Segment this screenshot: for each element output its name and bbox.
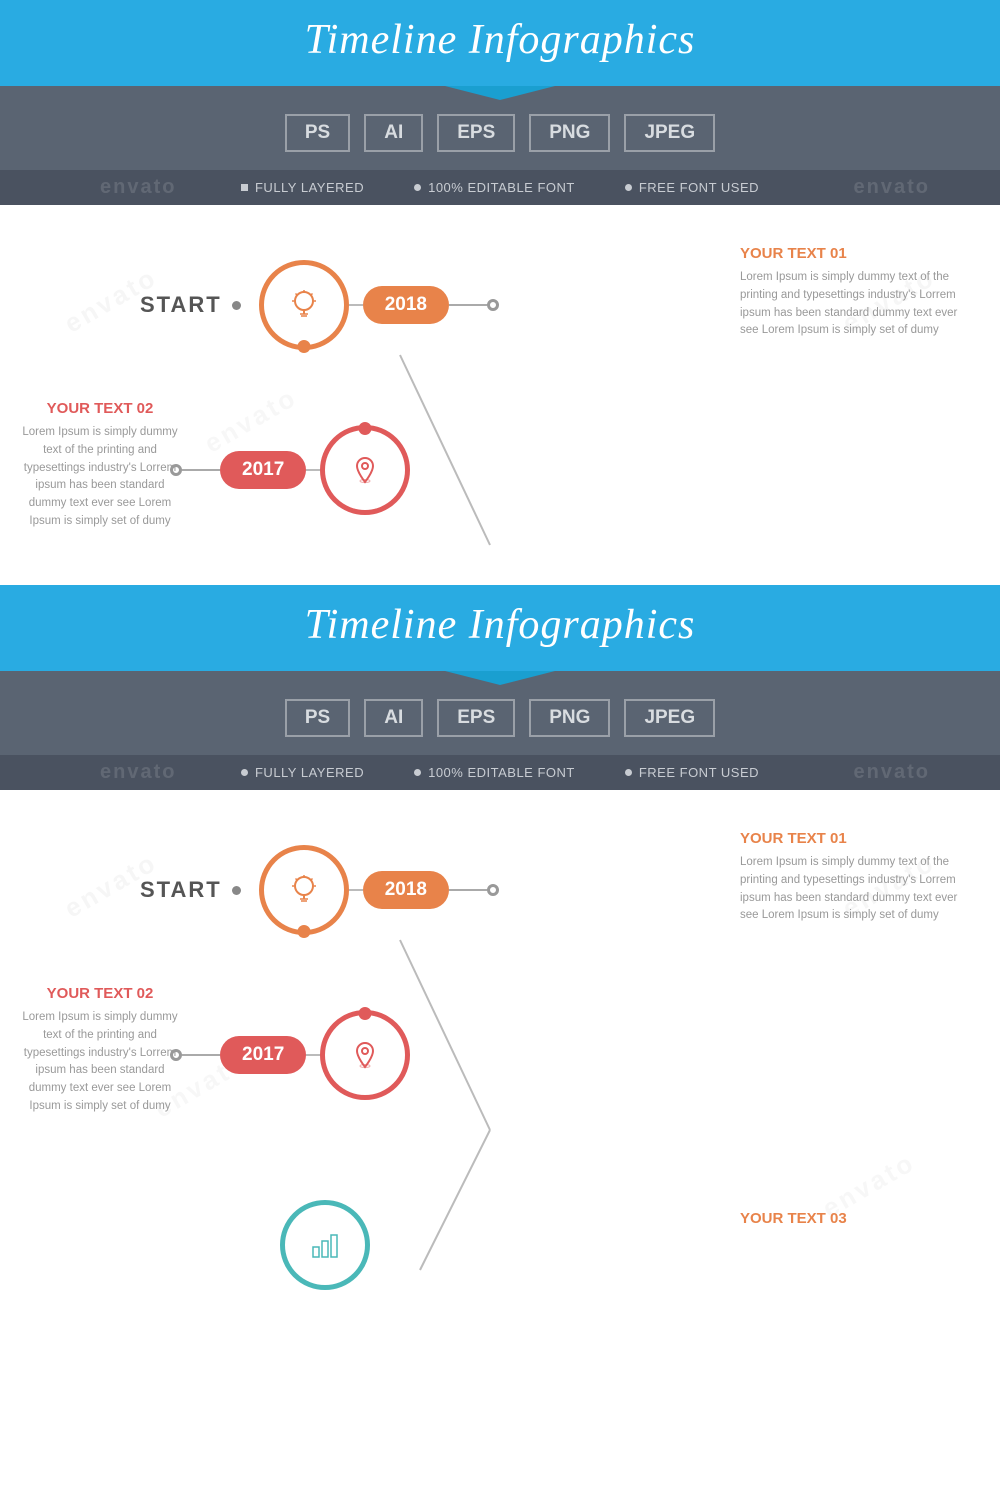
badge-png-1: PNG	[529, 114, 610, 152]
year-badge-2018-1: 2018	[363, 286, 449, 324]
text-heading-1-2: YOUR TEXT 01	[740, 830, 960, 847]
section-2: Timeline Infographics PS AI EPS PNG JPEG…	[0, 585, 1000, 1310]
text-block-left-2: YOUR TEXT 02 Lorem Ipsum is simply dummy…	[20, 985, 180, 1116]
start-dot-2	[232, 886, 241, 895]
chart-icon-2	[307, 1227, 343, 1263]
badge-jpeg-1: JPEG	[624, 114, 715, 152]
feature-2-2: 100% EDITABLE FONT	[414, 765, 575, 780]
circle-lightbulb-1	[259, 260, 349, 350]
badge-jpeg-2: JPEG	[624, 699, 715, 737]
wm-left-2: envato	[100, 761, 176, 784]
year-badge-2017-2: 2017	[220, 1036, 306, 1074]
end-dot-2	[487, 884, 499, 896]
badge-eps-2: EPS	[437, 699, 515, 737]
text-block-right-1: YOUR TEXT 01 Lorem Ipsum is simply dummy…	[740, 245, 960, 340]
text-body-1-2: Lorem Ipsum is simply dummy text of the …	[740, 854, 960, 925]
title-bar-1: Timeline Infographics	[0, 0, 1000, 86]
badge-ps-2: PS	[285, 699, 350, 737]
title-bar-2: Timeline Infographics	[0, 585, 1000, 671]
circle-pin-2	[320, 1010, 410, 1100]
watermark-right-1: envato	[854, 176, 930, 199]
main-title-2: Timeline Infographics	[0, 601, 1000, 649]
timeline-row-2-1: 2017	[170, 425, 590, 515]
header-1: Timeline Infographics PS AI EPS PNG JPEG…	[0, 0, 1000, 205]
lightbulb-icon-1	[285, 286, 323, 324]
section-1: Timeline Infographics PS AI EPS PNG JPEG…	[0, 0, 1000, 585]
start-label-1: START	[140, 292, 222, 318]
features-bar-1: envato envato FULLY LAYERED 100% EDITABL…	[0, 170, 1000, 205]
badge-ps-1: PS	[285, 114, 350, 152]
circle-chart-2	[280, 1200, 370, 1290]
timeline-row-2-2: 2017	[170, 1010, 590, 1100]
lightbulb-icon-2	[285, 871, 323, 909]
end-dot-1	[487, 299, 499, 311]
infographic-2: envato envato envato envato START	[0, 790, 1000, 1310]
circle-pin-1	[320, 425, 410, 515]
wm-right-2: envato	[854, 761, 930, 784]
location-icon-2	[347, 1037, 383, 1073]
start-dot-1	[232, 301, 241, 310]
location-icon-1	[347, 452, 383, 488]
text-heading-2-2: YOUR TEXT 02	[20, 985, 180, 1002]
badge-ai-2: AI	[364, 699, 423, 737]
text-block-left-1: YOUR TEXT 02 Lorem Ipsum is simply dummy…	[20, 400, 180, 531]
badge-ai-1: AI	[364, 114, 423, 152]
circle-lightbulb-2	[259, 845, 349, 935]
watermark-left-1: envato	[100, 176, 176, 199]
features-bar-2: envato envato FULLY LAYERED 100% EDITABL…	[0, 755, 1000, 790]
feature-1-2: FULLY LAYERED	[241, 765, 364, 780]
text-block-right-2: YOUR TEXT 01 Lorem Ipsum is simply dummy…	[740, 830, 960, 925]
main-title-1: Timeline Infographics	[0, 16, 1000, 64]
text-block-right-3: YOUR TEXT 03	[740, 1210, 960, 1234]
text-body-1: Lorem Ipsum is simply dummy text of the …	[740, 269, 960, 340]
feature-3-1: FREE FONT USED	[625, 180, 759, 195]
timeline-row-1-2: START 2018	[140, 845, 660, 935]
badge-png-2: PNG	[529, 699, 610, 737]
feature-3-2: FREE FONT USED	[625, 765, 759, 780]
text-heading-3-2: YOUR TEXT 03	[740, 1210, 960, 1227]
feature-1-1: FULLY LAYERED	[241, 180, 364, 195]
start-label-2: START	[140, 877, 222, 903]
feature-2-1: 100% EDITABLE FONT	[414, 180, 575, 195]
year-badge-2018-2: 2018	[363, 871, 449, 909]
text-body-2-1: Lorem Ipsum is simply dummy text of the …	[20, 424, 180, 531]
badge-eps-1: EPS	[437, 114, 515, 152]
text-heading-1: YOUR TEXT 01	[740, 245, 960, 262]
timeline-row-3-2	[280, 1200, 370, 1290]
timeline-row-1-1: START 2	[140, 260, 660, 350]
text-body-2-2: Lorem Ipsum is simply dummy text of the …	[20, 1009, 180, 1116]
header-2: Timeline Infographics PS AI EPS PNG JPEG…	[0, 585, 1000, 790]
infographic-1: envato envato envato START	[0, 205, 1000, 585]
text-heading-2-1: YOUR TEXT 02	[20, 400, 180, 417]
year-badge-2017-1: 2017	[220, 451, 306, 489]
